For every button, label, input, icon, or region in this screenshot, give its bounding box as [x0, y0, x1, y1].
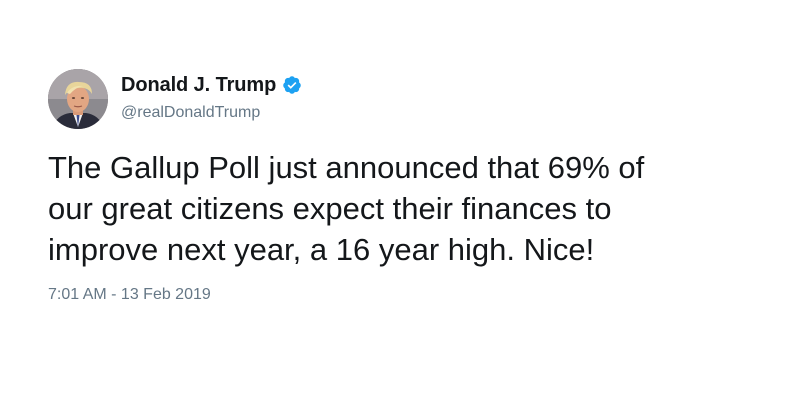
display-name-row[interactable]: Donald J. Trump	[121, 72, 302, 98]
profile-photo-icon	[48, 69, 108, 129]
display-name[interactable]: Donald J. Trump	[121, 74, 276, 97]
avatar[interactable]	[48, 69, 108, 129]
tweet-text: The Gallup Poll just announced that 69% …	[48, 147, 748, 270]
user-handle[interactable]: @realDonaldTrump	[121, 104, 260, 122]
tweet-text-line: our great citizens expect their finances…	[48, 191, 612, 226]
tweet-timestamp[interactable]: 7:01 AM - 13 Feb 2019	[48, 286, 211, 304]
tweet-text-line: The Gallup Poll just announced that 69% …	[48, 150, 645, 185]
tweet-text-line: improve next year, a 16 year high. Nice!	[48, 232, 595, 267]
verified-badge-icon	[282, 75, 302, 95]
tweet-card: Donald J. Trump @realDonaldTrump The Gal…	[0, 0, 798, 420]
